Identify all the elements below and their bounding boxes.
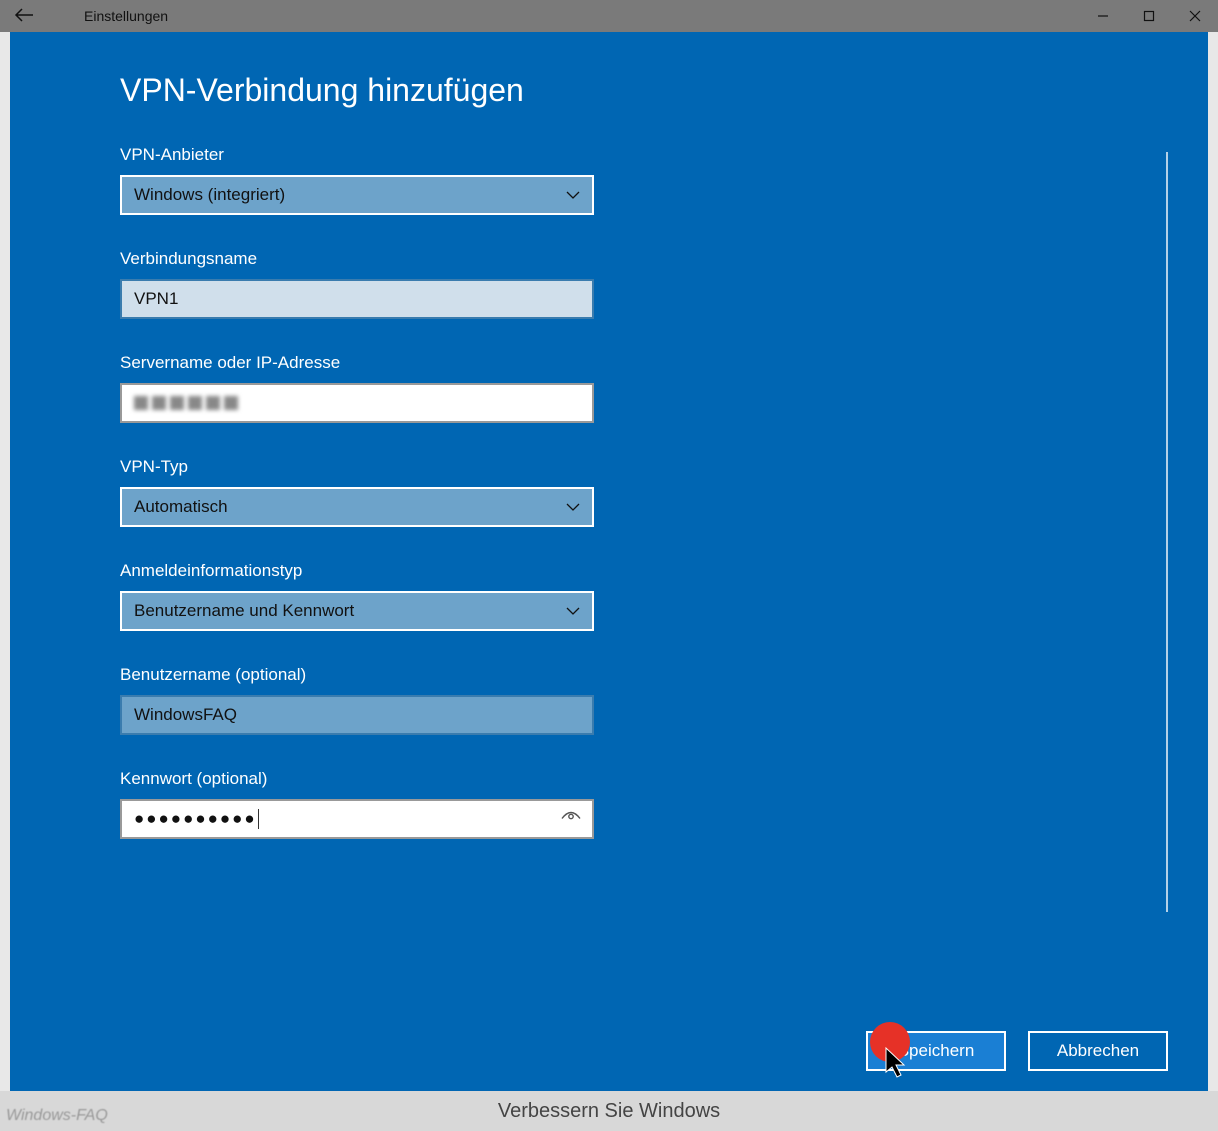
mouse-cursor-icon [884, 1046, 910, 1085]
reveal-password-icon[interactable] [560, 809, 582, 830]
input-value: WindowsFAQ [134, 705, 237, 725]
label-vpn-type: VPN-Typ [120, 457, 1098, 477]
select-value: Windows (integriert) [134, 185, 285, 205]
field-password: Kennwort (optional) ●●●●●●●●●● [120, 769, 1098, 839]
label-auth-type: Anmeldeinformationstyp [120, 561, 1098, 581]
chevron-down-icon [566, 603, 580, 619]
app-title: Einstellungen [84, 8, 168, 24]
field-connection-name: Verbindungsname VPN1 [120, 249, 1098, 319]
select-value: Benutzername und Kennwort [134, 601, 354, 621]
scrollbar[interactable] [1166, 152, 1168, 912]
label-connection-name: Verbindungsname [120, 249, 1098, 269]
window-controls [1080, 0, 1218, 32]
dialog-buttons: Speichern Abbrechen [866, 1031, 1168, 1071]
vpn-dialog: VPN-Verbindung hinzufügen VPN-Anbieter W… [10, 32, 1208, 1091]
password-dots: ●●●●●●●●●● [134, 809, 257, 829]
label-username: Benutzername (optional) [120, 665, 1098, 685]
field-vpn-provider: VPN-Anbieter Windows (integriert) [120, 145, 1098, 215]
select-auth-type[interactable]: Benutzername und Kennwort [120, 591, 594, 631]
watermark: Windows-FAQ [6, 1107, 108, 1125]
chevron-down-icon [566, 187, 580, 203]
label-server: Servername oder IP-Adresse [120, 353, 1098, 373]
input-connection-name[interactable]: VPN1 [120, 279, 594, 319]
field-server: Servername oder IP-Adresse [120, 353, 1098, 423]
select-vpn-type[interactable]: Automatisch [120, 487, 594, 527]
close-button[interactable] [1172, 0, 1218, 32]
label-password: Kennwort (optional) [120, 769, 1098, 789]
minimize-button[interactable] [1080, 0, 1126, 32]
redacted-value [134, 396, 238, 410]
input-value: VPN1 [134, 289, 178, 309]
input-server[interactable] [120, 383, 594, 423]
maximize-button[interactable] [1126, 0, 1172, 32]
background-window-text: Verbessern Sie Windows [0, 1091, 1218, 1131]
back-icon[interactable] [14, 8, 50, 25]
input-password[interactable]: ●●●●●●●●●● [120, 799, 594, 839]
label-vpn-provider: VPN-Anbieter [120, 145, 1098, 165]
select-value: Automatisch [134, 497, 228, 517]
dialog-heading: VPN-Verbindung hinzufügen [120, 72, 1098, 109]
titlebar: Einstellungen [0, 0, 1218, 32]
field-auth-type: Anmeldeinformationstyp Benutzername und … [120, 561, 1098, 631]
text-cursor [258, 809, 259, 829]
select-vpn-provider[interactable]: Windows (integriert) [120, 175, 594, 215]
input-username[interactable]: WindowsFAQ [120, 695, 594, 735]
chevron-down-icon [566, 499, 580, 515]
field-username: Benutzername (optional) WindowsFAQ [120, 665, 1098, 735]
field-vpn-type: VPN-Typ Automatisch [120, 457, 1098, 527]
cancel-button[interactable]: Abbrechen [1028, 1031, 1168, 1071]
